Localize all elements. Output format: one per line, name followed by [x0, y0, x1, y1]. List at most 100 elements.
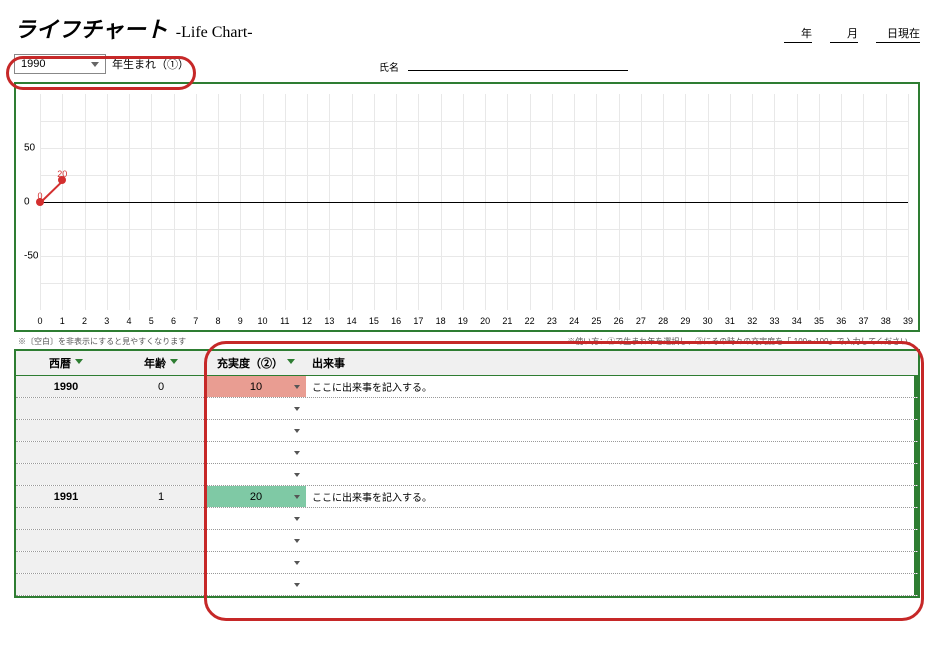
cell-event[interactable] — [306, 552, 918, 573]
x-tick-label: 5 — [149, 316, 154, 326]
cell-score[interactable] — [206, 442, 306, 463]
x-tick-label: 20 — [480, 316, 490, 326]
cell-score[interactable] — [206, 420, 306, 441]
x-tick-label: 6 — [171, 316, 176, 326]
chevron-down-icon — [294, 451, 300, 455]
x-tick-label: 13 — [324, 316, 334, 326]
x-tick-label: 24 — [569, 316, 579, 326]
name-label: 氏名 — [379, 63, 399, 74]
name-field[interactable] — [408, 70, 628, 71]
date-display: 年 月 日現在 — [784, 25, 920, 43]
cell-age — [116, 552, 206, 573]
filter-icon[interactable] — [287, 359, 295, 367]
cell-score[interactable] — [206, 508, 306, 529]
filter-icon[interactable] — [75, 359, 83, 367]
x-tick-label: 0 — [37, 316, 42, 326]
chevron-down-icon — [294, 561, 300, 565]
cell-event[interactable] — [306, 508, 918, 529]
cell-score[interactable]: 10 — [206, 376, 306, 397]
x-tick-label: 30 — [703, 316, 713, 326]
chevron-down-icon — [294, 539, 300, 543]
data-label: 20 — [57, 169, 67, 179]
x-tick-label: 25 — [591, 316, 601, 326]
cell-year — [16, 442, 116, 463]
x-tick-label: 19 — [458, 316, 468, 326]
th-age: 年齢 — [144, 355, 166, 371]
chevron-down-icon — [294, 385, 300, 389]
table-row — [16, 398, 918, 420]
x-tick-label: 2 — [82, 316, 87, 326]
cell-age — [116, 420, 206, 441]
cell-event[interactable]: ここに出来事を記入する。 — [306, 486, 918, 507]
x-tick-label: 26 — [614, 316, 624, 326]
x-tick-label: 38 — [881, 316, 891, 326]
cell-score[interactable]: 20 — [206, 486, 306, 507]
cell-age — [116, 398, 206, 419]
cell-age — [116, 574, 206, 595]
chevron-down-icon — [91, 62, 99, 67]
chevron-down-icon — [294, 495, 300, 499]
x-tick-label: 12 — [302, 316, 312, 326]
x-tick-label: 14 — [347, 316, 357, 326]
note-right: ※使い方：①で生まれ年を選択し、②にその時々の充実度を「-100〜100」で入力… — [567, 336, 916, 347]
page-title-ja: ライフチャート — [14, 12, 168, 44]
header: ライフチャート -Life Chart- 年 月 日現在 — [14, 12, 920, 44]
cell-score[interactable] — [206, 552, 306, 573]
note-left: ※〔空白〕を非表示にすると見やすくなります — [18, 336, 186, 347]
x-tick-label: 34 — [792, 316, 802, 326]
x-tick-label: 22 — [525, 316, 535, 326]
cell-event[interactable] — [306, 464, 918, 485]
chevron-down-icon — [294, 473, 300, 477]
life-chart: 0123456789101112131415161718192021222324… — [14, 82, 920, 332]
x-tick-label: 35 — [814, 316, 824, 326]
date-month-unit: 月 — [830, 25, 858, 43]
x-tick-label: 32 — [747, 316, 757, 326]
cell-score[interactable] — [206, 574, 306, 595]
x-tick-label: 4 — [127, 316, 132, 326]
cell-year — [16, 552, 116, 573]
th-score: 充実度（②） — [217, 355, 283, 371]
x-tick-label: 36 — [836, 316, 846, 326]
x-tick-label: 1 — [60, 316, 65, 326]
cell-year — [16, 398, 116, 419]
table-header-row: 西暦 年齢 充実度（②） 出来事 — [16, 351, 918, 376]
cell-event[interactable] — [306, 530, 918, 551]
cell-event[interactable]: ここに出来事を記入する。 — [306, 376, 918, 397]
chevron-down-icon — [294, 407, 300, 411]
cell-event[interactable] — [306, 442, 918, 463]
x-tick-label: 17 — [413, 316, 423, 326]
table-row — [16, 552, 918, 574]
x-tick-label: 10 — [258, 316, 268, 326]
table-row — [16, 442, 918, 464]
cell-age — [116, 530, 206, 551]
x-tick-label: 39 — [903, 316, 913, 326]
table-row — [16, 530, 918, 552]
cell-event[interactable] — [306, 420, 918, 441]
cell-event[interactable] — [306, 574, 918, 595]
table-row — [16, 464, 918, 486]
table-row: 1990010ここに出来事を記入する。 — [16, 376, 918, 398]
th-event: 出来事 — [312, 355, 345, 371]
page-title-en: -Life Chart- — [176, 24, 253, 42]
birth-year-value: 1990 — [21, 58, 45, 70]
cell-score[interactable] — [206, 530, 306, 551]
filter-icon[interactable] — [170, 359, 178, 367]
x-tick-label: 11 — [280, 316, 289, 326]
cell-year — [16, 530, 116, 551]
cell-score[interactable] — [206, 398, 306, 419]
cell-age — [116, 508, 206, 529]
x-tick-label: 9 — [238, 316, 243, 326]
cell-age: 0 — [116, 376, 206, 397]
th-year: 西暦 — [49, 355, 71, 371]
cell-event[interactable] — [306, 398, 918, 419]
y-tick-label: -50 — [24, 251, 38, 262]
data-table: 西暦 年齢 充実度（②） 出来事 1990010ここに出来事を記入する。 199… — [14, 349, 920, 598]
x-tick-label: 15 — [369, 316, 379, 326]
cell-age: 1 — [116, 486, 206, 507]
birth-year-select[interactable]: 1990 — [14, 54, 106, 74]
x-tick-label: 23 — [547, 316, 557, 326]
table-row — [16, 420, 918, 442]
cell-year — [16, 420, 116, 441]
chevron-down-icon — [294, 517, 300, 521]
cell-score[interactable] — [206, 464, 306, 485]
